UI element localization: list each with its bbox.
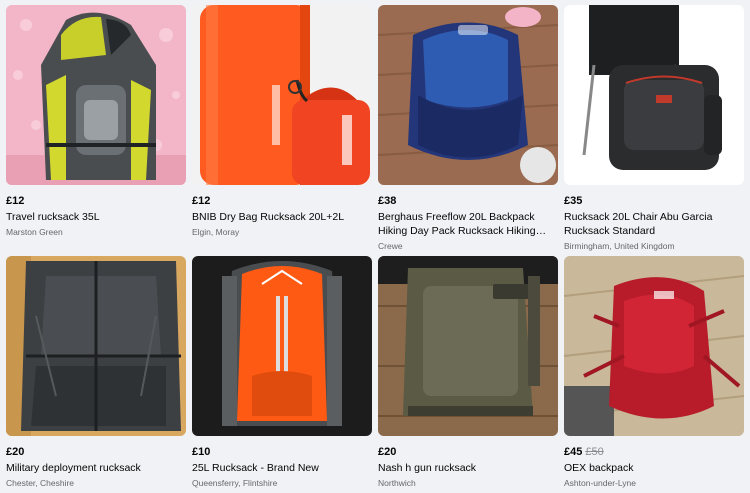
current-price: £20 xyxy=(6,446,25,458)
current-price: £10 xyxy=(192,446,211,458)
listing-photo[interactable] xyxy=(6,256,186,436)
listing-price: £35 xyxy=(564,194,744,208)
listing-card[interactable]: £38 Berghaus Freeflow 20L Backpack Hikin… xyxy=(378,5,558,252)
listing-title[interactable]: OEX backpack xyxy=(564,461,744,475)
listing-location: Ashton-under-Lyne xyxy=(564,478,636,488)
listing-title[interactable]: Nash h gun rucksack xyxy=(378,461,558,475)
current-price: £12 xyxy=(6,195,25,207)
listing-location: Northwich xyxy=(378,478,416,488)
listing-location: Birmingham, United Kingdom xyxy=(564,241,675,251)
listing-location: Queensferry, Flintshire xyxy=(192,478,278,488)
listing-price: £10 xyxy=(192,445,372,459)
listing-card[interactable]: £10 25L Rucksack - Brand New Queensferry… xyxy=(192,256,372,489)
listing-location: Marston Green xyxy=(6,227,63,237)
listing-card[interactable]: £45 £50 OEX backpack Ashton-under-Lyne xyxy=(564,256,744,489)
marketplace-listing-grid: £12 Travel rucksack 35L Marston Green £1… xyxy=(0,0,750,493)
listing-price: £12 xyxy=(192,194,372,208)
current-price: £35 xyxy=(564,195,583,207)
listing-location: Crewe xyxy=(378,241,403,251)
current-price: £12 xyxy=(192,195,211,207)
listing-photo[interactable] xyxy=(564,5,744,185)
listing-photo[interactable] xyxy=(6,5,186,185)
listing-price: £12 xyxy=(6,194,186,208)
original-price: £50 xyxy=(585,446,604,458)
listing-photo[interactable] xyxy=(192,5,372,185)
listing-photo[interactable] xyxy=(564,256,744,436)
listing-title[interactable]: BNIB Dry Bag Rucksack 20L+2L xyxy=(192,210,372,224)
listing-card[interactable]: £12 Travel rucksack 35L Marston Green xyxy=(6,5,186,238)
listing-price: £20 xyxy=(378,445,558,459)
current-price: £38 xyxy=(378,195,397,207)
listing-photo[interactable] xyxy=(192,256,372,436)
listing-price: £38 xyxy=(378,194,558,208)
listing-photo[interactable] xyxy=(378,5,558,185)
listing-card[interactable]: £12 BNIB Dry Bag Rucksack 20L+2L Elgin, … xyxy=(192,5,372,238)
current-price: £20 xyxy=(378,446,397,458)
listing-price: £20 xyxy=(6,445,186,459)
listing-location: Chester, Cheshire xyxy=(6,478,75,488)
listing-card[interactable]: £20 Military deployment rucksack Chester… xyxy=(6,256,186,489)
listing-title[interactable]: 25L Rucksack - Brand New xyxy=(192,461,372,475)
listing-card[interactable]: £20 Nash h gun rucksack Northwich xyxy=(378,256,558,489)
listing-title[interactable]: Rucksack 20L Chair Abu Garcia Rucksack S… xyxy=(564,210,744,238)
listing-photo[interactable] xyxy=(378,256,558,436)
listing-title[interactable]: Military deployment rucksack xyxy=(6,461,186,475)
listing-title[interactable]: Travel rucksack 35L xyxy=(6,210,186,224)
current-price: £45 xyxy=(564,446,583,458)
listing-card[interactable]: £35 Rucksack 20L Chair Abu Garcia Rucksa… xyxy=(564,5,744,252)
listing-location: Elgin, Moray xyxy=(192,227,240,237)
listing-title[interactable]: Berghaus Freeflow 20L Backpack Hiking Da… xyxy=(378,210,558,238)
listing-price: £45 £50 xyxy=(564,445,744,459)
